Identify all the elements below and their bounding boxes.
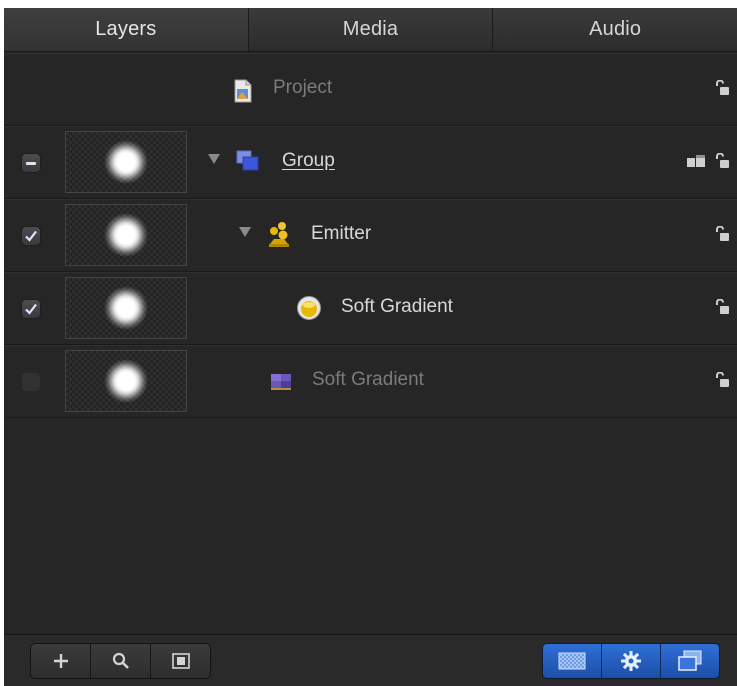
- unlock-icon[interactable]: [715, 226, 729, 242]
- search-button[interactable]: [91, 644, 151, 678]
- checkmark-icon: [25, 303, 37, 315]
- unlock-icon[interactable]: [715, 153, 729, 169]
- checkerboard-icon: [558, 652, 586, 670]
- tab-bar: Layers Media Audio: [4, 8, 737, 52]
- search-icon: [112, 652, 129, 669]
- unlock-icon[interactable]: [715, 372, 729, 388]
- project-icon: [234, 79, 252, 103]
- unlock-icon[interactable]: [715, 299, 729, 315]
- visibility-checkbox[interactable]: [21, 153, 41, 173]
- layer-thumbnail: [65, 131, 187, 193]
- visibility-checkbox[interactable]: [21, 372, 41, 392]
- layer-thumbnail: [65, 350, 187, 412]
- show-masks-toggle[interactable]: [661, 644, 719, 678]
- image-layer-icon: [271, 374, 291, 390]
- add-icon: [53, 654, 68, 668]
- layer-label[interactable]: Project: [273, 77, 332, 99]
- visibility-checkbox[interactable]: [21, 299, 41, 319]
- group-icon: [236, 150, 259, 171]
- layer-tools-group: [30, 643, 211, 679]
- show-thumbnails-toggle[interactable]: [543, 644, 602, 678]
- layer-thumbnail: [65, 277, 187, 339]
- layer-label[interactable]: Soft Gradient: [312, 369, 424, 391]
- tab-audio[interactable]: Audio: [493, 8, 737, 51]
- group-type-icon: [687, 155, 705, 167]
- disclosure-triangle-icon[interactable]: [208, 154, 220, 164]
- visibility-checkbox[interactable]: [21, 226, 41, 246]
- layers-stack-icon: [678, 650, 702, 671]
- layer-row-emitter[interactable]: Emitter: [4, 199, 737, 272]
- layers-panel: Layers Media Audio Project Group Emitter…: [4, 8, 737, 686]
- bottom-toolbar: [4, 634, 737, 686]
- unlock-icon[interactable]: [715, 80, 729, 96]
- tab-layers[interactable]: Layers: [4, 8, 249, 51]
- layer-list: Project Group Emitter Soft Gradient Soft…: [4, 53, 737, 418]
- layer-row-source[interactable]: Soft Gradient: [4, 345, 737, 418]
- layer-label[interactable]: Emitter: [311, 223, 371, 245]
- view-options-group: [542, 643, 720, 679]
- layer-row-group[interactable]: Group: [4, 126, 737, 199]
- show-behaviors-toggle[interactable]: [602, 644, 661, 678]
- layer-row-project[interactable]: Project: [4, 53, 737, 126]
- layer-row-cell[interactable]: Soft Gradient: [4, 272, 737, 345]
- gear-icon: [621, 651, 641, 671]
- layer-label[interactable]: Soft Gradient: [341, 296, 453, 318]
- particle-cell-icon: [297, 296, 321, 320]
- layer-label[interactable]: Group: [282, 150, 335, 172]
- thumbnail-button[interactable]: [151, 644, 210, 678]
- checkmark-icon: [25, 230, 37, 242]
- emitter-icon: [269, 222, 289, 247]
- disclosure-triangle-icon[interactable]: [239, 227, 251, 237]
- tab-media[interactable]: Media: [248, 8, 494, 51]
- thumbnail-icon: [171, 653, 190, 669]
- add-layer-button[interactable]: [31, 644, 91, 678]
- layer-thumbnail: [65, 204, 187, 266]
